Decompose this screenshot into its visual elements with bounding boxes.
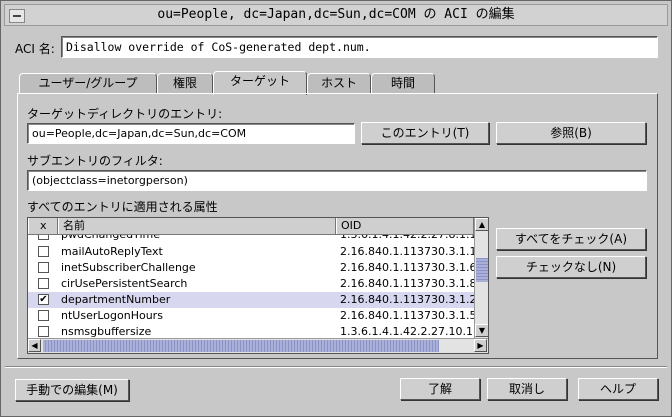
row-checkbox[interactable]	[38, 246, 49, 257]
row-name: mailAutoReplyText	[61, 245, 163, 258]
row-checkbox[interactable]	[38, 262, 49, 273]
target-dir-value: ou=People,dc=Japan,dc=Sun,dc=COM	[32, 127, 247, 140]
scroll-down-icon[interactable]: ▼	[475, 324, 488, 337]
row-oid: 2.16.840.1.113730.3.1.530	[340, 309, 474, 322]
tab-users-groups[interactable]: ユーザー/グループ	[19, 73, 157, 93]
title-bar: ou=People, dc=Japan,dc=Sun,dc=COM の ACI …	[4, 4, 668, 26]
footer-divider	[5, 366, 667, 368]
scroll-left-icon[interactable]: ◀	[28, 339, 41, 352]
window-title: ou=People, dc=Japan,dc=Sun,dc=COM の ACI …	[157, 7, 515, 22]
col-oid-header-label: OID	[336, 218, 474, 234]
filter-field[interactable]: (objectclass=inetorgperson)	[27, 170, 647, 191]
aci-edit-window: ou=People, dc=Japan,dc=Sun,dc=COM の ACI …	[0, 0, 672, 417]
table-row-selected[interactable]: ✔ departmentNumber 2.16.840.1.113730.3.1…	[28, 292, 474, 308]
col-name-header-label: 名前	[58, 218, 336, 234]
row-checkbox-checked[interactable]: ✔	[38, 294, 49, 305]
row-name: cirUsePersistentSearch	[61, 277, 188, 290]
row-oid: 2.16.840.1.113730.3.1.695	[340, 261, 474, 274]
table-row[interactable]: ntUserLogonHours 2.16.840.1.113730.3.1.5…	[28, 308, 474, 324]
tab-rights[interactable]: 権限	[157, 73, 213, 93]
scroll-right-icon[interactable]: ▶	[474, 339, 487, 352]
table-row[interactable]: inetSubscriberChallenge 2.16.840.1.11373…	[28, 260, 474, 276]
row-checkbox[interactable]	[38, 326, 49, 337]
scroll-up-icon[interactable]: ▲	[475, 218, 488, 231]
row-checkbox[interactable]	[38, 278, 49, 289]
row-checkbox[interactable]	[38, 310, 49, 321]
tab-hosts[interactable]: ホスト	[307, 73, 371, 93]
row-name: ntUserLogonHours	[61, 309, 163, 322]
tab-target[interactable]: ターゲット	[213, 71, 307, 95]
attributes-label: すべてのエントリに適用される属性	[27, 200, 218, 214]
help-button[interactable]: ヘルプ	[578, 378, 658, 400]
tab-time[interactable]: 時間	[371, 73, 435, 93]
row-oid: 2.16.840.1.113730.3.1.83	[340, 277, 474, 290]
vertical-scroll-thumb[interactable]	[476, 258, 488, 282]
uncheck-all-button[interactable]: チェックなし(N)	[496, 256, 646, 278]
aci-name-value: Disallow override of CoS-generated dept.…	[66, 40, 371, 54]
target-dir-label: ターゲットディレクトリのエントリ:	[27, 107, 223, 121]
table-header-overlay: x 名前 OID	[28, 218, 474, 235]
ok-button[interactable]: 了解	[400, 378, 480, 400]
row-oid: 2.16.840.1.113730.3.1.2	[340, 293, 474, 306]
cancel-button[interactable]: 取消し	[487, 378, 567, 400]
aci-name-field[interactable]: Disallow override of CoS-generated dept.…	[61, 36, 658, 58]
filter-label: サブエントリのフィルタ:	[27, 154, 163, 168]
browse-button[interactable]: 参照(B)	[496, 122, 646, 144]
manual-edit-button[interactable]: 手動での編集(M)	[15, 379, 129, 401]
row-name: inetSubscriberChallenge	[61, 261, 196, 274]
col-check-header-label: x	[28, 218, 58, 234]
vertical-scrollbar[interactable]: ▲ ▼	[474, 218, 488, 338]
row-oid: 2.16.840.1.113730.3.1.15	[340, 245, 474, 258]
filter-value: (objectclass=inetorgperson)	[32, 174, 188, 187]
target-dir-field[interactable]: ou=People,dc=Japan,dc=Sun,dc=COM	[27, 123, 355, 144]
check-all-button[interactable]: すべてをチェック(A)	[496, 228, 646, 250]
table-row[interactable]: mailAutoReplyText 2.16.840.1.113730.3.1.…	[28, 244, 474, 260]
window-menu-icon[interactable]	[9, 9, 25, 23]
this-entry-button[interactable]: このエントリ(T)	[361, 122, 489, 144]
table-row[interactable]: cirUsePersistentSearch 2.16.840.1.113730…	[28, 276, 474, 292]
row-name: departmentNumber	[61, 293, 171, 306]
horizontal-scroll-thumb[interactable]	[43, 340, 439, 352]
attributes-table: x 名前 OID pwdChangedTime 1.3.6.1.4.1.42.2…	[27, 217, 489, 354]
aci-name-label: ACI 名:	[15, 42, 55, 56]
horizontal-scrollbar[interactable]: ◀ ▶	[28, 338, 488, 353]
